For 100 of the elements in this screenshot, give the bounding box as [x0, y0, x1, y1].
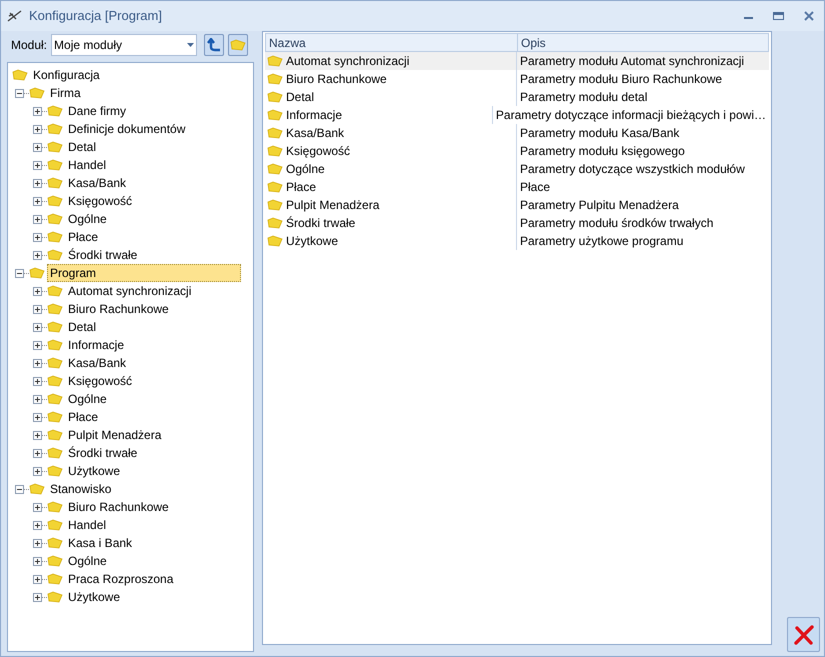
folder-icon	[267, 145, 283, 157]
tree-item[interactable]: Kasa i Bank	[65, 534, 136, 552]
expand-toggle[interactable]	[33, 286, 42, 296]
expand-toggle[interactable]	[33, 556, 42, 566]
tree-item[interactable]: Ogólne	[65, 210, 110, 228]
table-row[interactable]: Pulpit Menadżera Parametry Pulpitu Menadżera	[265, 196, 769, 214]
folder-icon	[267, 217, 283, 229]
expand-toggle[interactable]	[33, 358, 42, 368]
collapse-toggle[interactable]	[15, 88, 24, 98]
expand-toggle[interactable]	[33, 502, 42, 512]
expand-toggle[interactable]	[33, 214, 42, 224]
table-row[interactable]: Automat synchronizacji Parametry modułu Automat synchronizacji	[265, 52, 769, 70]
table-row[interactable]: Kasa/Bank Parametry modułu Kasa/Bank	[265, 124, 769, 142]
expand-toggle[interactable]	[33, 304, 42, 314]
folder-icon	[267, 91, 283, 103]
table-row[interactable]: Płace Płace	[265, 178, 769, 196]
expand-toggle[interactable]	[33, 538, 42, 548]
folder-icon	[47, 501, 63, 513]
module-dropdown[interactable]: Moje moduły	[51, 34, 198, 56]
expand-toggle[interactable]	[33, 232, 42, 242]
folder-icon	[47, 285, 63, 297]
tree-item[interactable]: Stanowisko	[47, 480, 114, 498]
folder-icon	[47, 339, 63, 351]
collapse-toggle[interactable]	[15, 484, 24, 494]
close-icon[interactable]	[804, 11, 814, 21]
folder-icon	[47, 357, 63, 369]
folder-icon	[47, 303, 63, 315]
table-cell-text: Księgowość	[286, 143, 350, 160]
expand-toggle[interactable]	[33, 448, 42, 458]
tree-item[interactable]: Firma	[47, 84, 84, 102]
collapse-toggle[interactable]	[15, 268, 24, 278]
table-cell-text: Parametry modułu detal	[519, 89, 648, 106]
tree-item[interactable]: Praca Rozproszona	[65, 570, 176, 588]
tree-item[interactable]: Biuro Rachunkowe	[65, 300, 172, 318]
table-row[interactable]: Ogólne Parametry dotyczące wszystkich modułów	[265, 160, 769, 178]
table-row[interactable]: Detal Parametry modułu detal	[265, 88, 769, 106]
table-row[interactable]: Środki trwałe Parametry modułu środków trwałych	[265, 214, 769, 232]
tree-item[interactable]: Kasa/Bank	[65, 174, 130, 192]
close-button[interactable]	[787, 617, 820, 652]
expand-toggle[interactable]	[33, 250, 42, 260]
tree-item[interactable]: Detal	[65, 318, 100, 336]
tree-item[interactable]: Księgowość	[65, 192, 136, 210]
column-header[interactable]: Opis	[518, 34, 768, 51]
table-row[interactable]: Księgowość Parametry modułu księgowego	[265, 142, 769, 160]
tree-item[interactable]: Handel	[65, 156, 110, 174]
expand-toggle[interactable]	[33, 178, 42, 188]
expand-toggle[interactable]	[33, 592, 42, 602]
table-cell-text: Biuro Rachunkowe	[286, 71, 387, 88]
expand-toggle[interactable]	[33, 430, 42, 440]
tree-item[interactable]: Program	[47, 264, 241, 282]
folder-icon	[47, 231, 63, 243]
expand-toggle[interactable]	[33, 142, 42, 152]
expand-toggle[interactable]	[33, 394, 42, 404]
tree-item[interactable]: Pulpit Menadżera	[65, 426, 164, 444]
folder-icon	[267, 127, 283, 139]
expand-toggle[interactable]	[33, 340, 42, 350]
maximize-icon[interactable]	[773, 12, 784, 20]
expand-toggle[interactable]	[33, 322, 42, 332]
table-cell-text: Pulpit Menadżera	[286, 197, 380, 214]
tree-item[interactable]: Środki trwałe	[65, 444, 140, 462]
app-icon	[7, 9, 23, 23]
tree-item[interactable]: Ogólne	[65, 390, 110, 408]
table-row[interactable]: Użytkowe Parametry użytkowe programu	[265, 232, 769, 250]
tree-item[interactable]: Definicje dokumentów	[65, 120, 188, 138]
tree-item[interactable]: Płace	[65, 228, 102, 246]
tree-item[interactable]: Informacje	[65, 336, 128, 354]
tree-item[interactable]: Użytkowe	[65, 588, 124, 606]
expand-toggle[interactable]	[33, 520, 42, 530]
tree-item[interactable]: Dane firmy	[65, 102, 130, 120]
tree-item[interactable]: Detal	[65, 138, 100, 156]
tree-item[interactable]: Konfiguracja	[30, 66, 103, 84]
tree-item[interactable]: Ogólne	[65, 552, 110, 570]
expand-toggle[interactable]	[33, 196, 42, 206]
table-row[interactable]: Informacje Parametry dotyczące informacji bieżących i powi…	[265, 106, 769, 124]
folder-icon	[29, 483, 45, 495]
table-cell-text: Parametry dotyczące wszystkich modułów	[519, 161, 746, 178]
tree-item[interactable]: Handel	[65, 516, 110, 534]
table-cell-text: Parametry modułu Biuro Rachunkowe	[519, 71, 724, 88]
tree-item[interactable]: Kasa/Bank	[65, 354, 130, 372]
tree-item[interactable]: Płace	[65, 408, 102, 426]
expand-toggle[interactable]	[33, 160, 42, 170]
expand-toggle[interactable]	[33, 124, 42, 134]
expand-toggle[interactable]	[33, 412, 42, 422]
refresh-button[interactable]	[204, 34, 224, 56]
expand-toggle[interactable]	[33, 106, 42, 116]
window-title: Konfiguracja [Program]	[29, 7, 162, 26]
tree-item[interactable]: Użytkowe	[65, 462, 124, 480]
table-row[interactable]: Biuro Rachunkowe Parametry modułu Biuro Rachunkowe	[265, 70, 769, 88]
table-cell-text: Detal	[286, 89, 314, 106]
tree-item[interactable]: Księgowość	[65, 372, 136, 390]
tree-item[interactable]: Automat synchronizacji	[65, 282, 194, 300]
minimize-icon[interactable]	[744, 16, 753, 18]
folder-icon	[47, 573, 63, 585]
column-header[interactable]: Nazwa	[266, 34, 518, 51]
tree-item[interactable]: Środki trwałe	[65, 246, 140, 264]
folder-icon	[47, 465, 63, 477]
expand-toggle[interactable]	[33, 574, 42, 584]
expand-toggle[interactable]	[33, 466, 42, 476]
tree-item[interactable]: Biuro Rachunkowe	[65, 498, 172, 516]
expand-toggle[interactable]	[33, 376, 42, 386]
